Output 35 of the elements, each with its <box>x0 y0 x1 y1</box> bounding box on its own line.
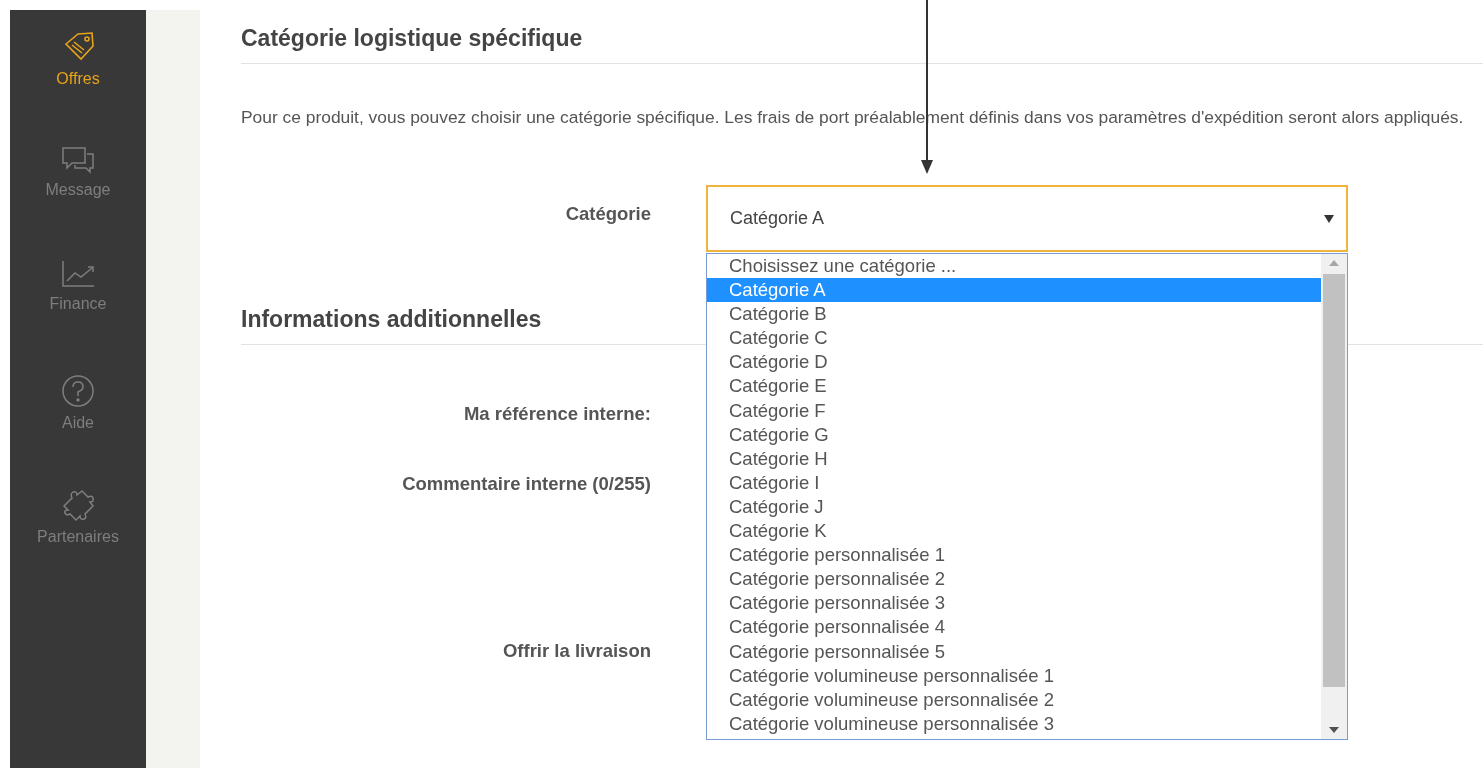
dropdown-option[interactable]: Catégorie I <box>707 470 1321 495</box>
dropdown-option[interactable]: Catégorie K <box>707 519 1321 544</box>
dropdown-option[interactable]: Catégorie E <box>707 374 1321 399</box>
sidebar-item[interactable]: Offres <box>56 30 100 145</box>
dropdown-option[interactable]: Catégorie J <box>707 494 1321 520</box>
dropdown-option[interactable]: Catégorie personnalisée 1 <box>707 543 1321 568</box>
field-label: Ma référence interne: <box>462 403 651 425</box>
dropdown-option[interactable]: Catégorie personnalisée 2 <box>707 567 1321 592</box>
dropdown-option[interactable]: Catégorie G <box>707 422 1321 447</box>
dropdown-option[interactable]: Catégorie personnalisée 3 <box>707 591 1321 616</box>
dropdown-option[interactable]: Catégorie personnalisée 4 <box>707 615 1321 640</box>
scrollbar[interactable] <box>1321 254 1347 739</box>
chat-icon <box>60 144 96 175</box>
field-label: Offrir la livraison <box>501 640 651 662</box>
dropdown-option[interactable]: Catégorie C <box>707 326 1321 351</box>
dropdown-option[interactable]: Catégorie B <box>707 302 1321 327</box>
dropdown-option[interactable]: Choisissez une catégorie ... <box>707 254 1321 279</box>
dropdown-option[interactable]: Catégorie D <box>707 350 1321 375</box>
section-title: Informations additionnelles <box>241 305 542 333</box>
dropdown-option[interactable]: Catégorie personnalisée 5 <box>707 639 1321 664</box>
puzzle-icon <box>60 488 96 522</box>
scroll-down-icon[interactable] <box>1329 727 1339 733</box>
help-icon <box>61 373 95 408</box>
dropdown-option[interactable]: Catégorie F <box>707 398 1321 423</box>
dropdown-option[interactable]: Catégorie H <box>707 446 1321 471</box>
dropdown-option[interactable]: Catégorie volumineuse personnalisée 3 <box>707 711 1321 736</box>
category-select[interactable]: Catégorie A <box>706 185 1348 252</box>
dropdown-option[interactable]: Catégorie volumineuse personnalisée 1 <box>707 663 1321 688</box>
scroll-up-icon[interactable] <box>1329 260 1339 266</box>
field-label: Catégorie <box>564 202 651 226</box>
dropdown-option[interactable]: Catégorie volumineuse personnalisée 2 <box>707 687 1321 712</box>
field-label: Commentaire interne (0/255) <box>401 473 651 495</box>
caret-icon <box>1324 214 1334 223</box>
section-title: Catégorie logistique spécifique <box>241 24 583 52</box>
chart-icon <box>60 259 96 289</box>
